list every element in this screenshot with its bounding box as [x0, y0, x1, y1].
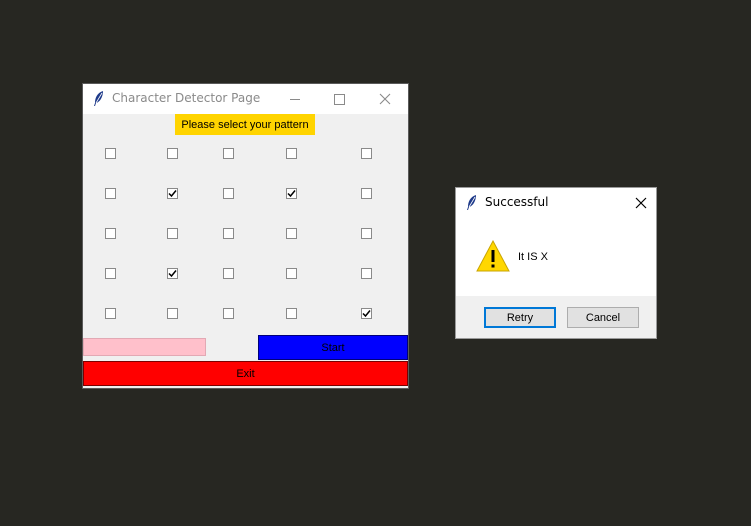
- pattern-prompt-label: Please select your pattern: [175, 114, 315, 135]
- cancel-button[interactable]: Cancel: [567, 307, 639, 328]
- title-bar[interactable]: Character Detector Page: [83, 84, 408, 114]
- close-button[interactable]: [363, 84, 407, 114]
- pattern-checkbox-r2-c5[interactable]: [361, 188, 372, 199]
- pattern-checkbox-r2-c1[interactable]: [105, 188, 116, 199]
- pattern-checkbox-r3-c1[interactable]: [105, 228, 116, 239]
- pattern-checkbox-r4-c4[interactable]: [286, 268, 297, 279]
- result-entry[interactable]: [83, 338, 206, 356]
- dialog-title: Successful: [485, 195, 549, 209]
- check-icon: [168, 190, 177, 198]
- close-icon: [635, 197, 647, 209]
- pattern-checkbox-r1-c3[interactable]: [223, 148, 234, 159]
- character-detector-window: Character Detector Page Please select yo…: [83, 84, 408, 388]
- window-title: Character Detector Page: [112, 91, 261, 105]
- pattern-checkbox-r1-c2[interactable]: [167, 148, 178, 159]
- pattern-checkbox-r5-c1[interactable]: [105, 308, 116, 319]
- pattern-checkbox-r3-c2[interactable]: [167, 228, 178, 239]
- pattern-checkbox-r4-c5[interactable]: [361, 268, 372, 279]
- minimize-button[interactable]: [273, 84, 317, 114]
- close-icon: [379, 93, 391, 105]
- feather-icon: [94, 91, 103, 106]
- check-icon: [287, 190, 296, 198]
- pattern-checkbox-r1-c4[interactable]: [286, 148, 297, 159]
- pattern-checkbox-r4-c3[interactable]: [223, 268, 234, 279]
- warning-icon: [476, 240, 510, 272]
- dialog-close-button[interactable]: [626, 188, 656, 218]
- exit-button[interactable]: Exit: [83, 361, 408, 386]
- pattern-checkbox-r5-c2[interactable]: [167, 308, 178, 319]
- start-button[interactable]: Start: [258, 335, 408, 360]
- pattern-checkbox-r5-c3[interactable]: [223, 308, 234, 319]
- pattern-checkbox-r4-c1[interactable]: [105, 268, 116, 279]
- pattern-checkbox-r3-c5[interactable]: [361, 228, 372, 239]
- pattern-checkbox-r2-c2[interactable]: [167, 188, 178, 199]
- pattern-checkbox-r3-c3[interactable]: [223, 228, 234, 239]
- feather-icon: [467, 195, 476, 210]
- pattern-checkbox-r2-c3[interactable]: [223, 188, 234, 199]
- pattern-checkbox-r4-c2[interactable]: [167, 268, 178, 279]
- check-icon: [362, 310, 371, 318]
- success-dialog: Successful It IS X Retry Cancel: [456, 188, 656, 338]
- retry-button[interactable]: Retry: [484, 307, 556, 328]
- pattern-checkbox-r1-c1[interactable]: [105, 148, 116, 159]
- dialog-message: It IS X: [518, 251, 548, 263]
- maximize-button[interactable]: [317, 84, 361, 114]
- check-icon: [168, 270, 177, 278]
- dialog-title-bar[interactable]: Successful: [456, 188, 656, 218]
- dialog-button-bar: Retry Cancel: [456, 296, 656, 338]
- pattern-checkbox-r3-c4[interactable]: [286, 228, 297, 239]
- pattern-checkbox-r5-c4[interactable]: [286, 308, 297, 319]
- minimize-icon: [290, 98, 300, 100]
- desktop: Character Detector Page Please select yo…: [0, 0, 751, 526]
- maximize-icon: [333, 93, 345, 105]
- pattern-checkbox-r5-c5[interactable]: [361, 308, 372, 319]
- pattern-checkbox-r1-c5[interactable]: [361, 148, 372, 159]
- pattern-checkbox-r2-c4[interactable]: [286, 188, 297, 199]
